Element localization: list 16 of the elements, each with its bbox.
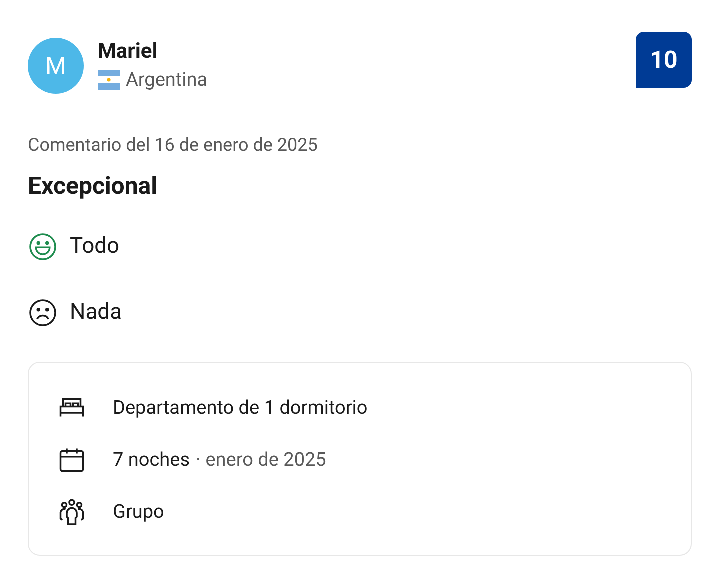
reviewer-name: Mariel	[98, 39, 159, 66]
opinion-text: Todo	[70, 233, 120, 261]
smiley-face-icon	[28, 232, 58, 262]
score-badge: 10	[636, 32, 692, 88]
sad-face-icon	[28, 298, 58, 328]
review-title: Excepcional	[28, 171, 158, 202]
flag-icon	[98, 70, 120, 90]
opinion-text: Nada	[70, 299, 122, 327]
reviewer-country: Argentina	[126, 67, 208, 93]
group-icon	[57, 497, 87, 527]
review-date: Comentario del 16 de enero de 2025	[28, 134, 319, 158]
stay-detail: Grupo	[113, 500, 164, 524]
stay-detail: Departamento de 1 dormitorio	[113, 396, 368, 420]
stay-month: · enero de 2025	[196, 448, 326, 472]
stay-detail: 7 noches	[113, 448, 190, 472]
avatar: M	[28, 38, 84, 94]
